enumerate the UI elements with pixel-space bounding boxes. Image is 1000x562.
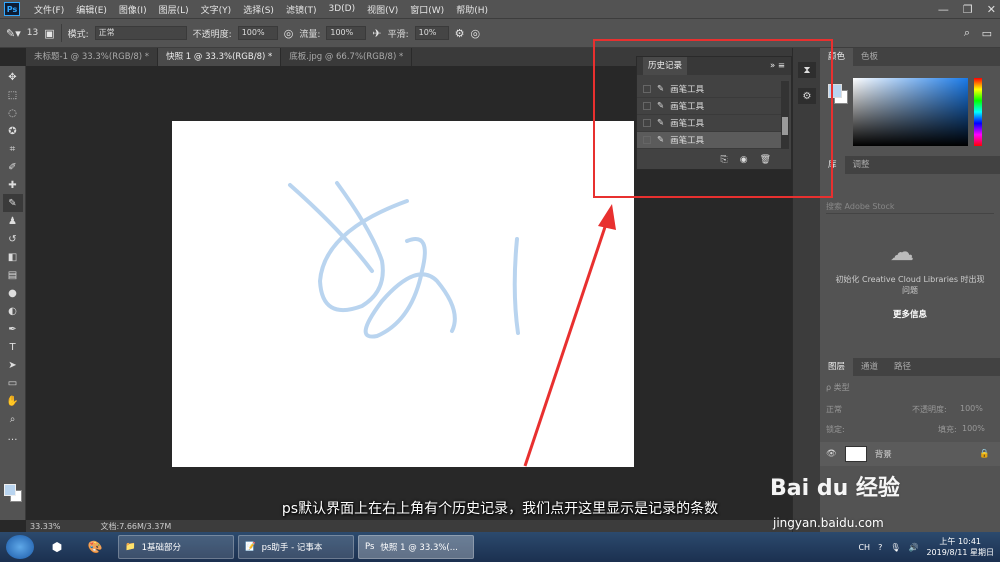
task-label: ps助手 - 记事本 (261, 543, 323, 553)
taskbar-notepad[interactable]: 📝 ps助手 - 记事本 (238, 535, 354, 559)
app-360-icon[interactable]: ⬢ (40, 535, 74, 559)
task-label: 快照 1 @ 33.3%(... (380, 543, 458, 553)
input-language[interactable]: CH (858, 543, 870, 552)
clock-date: 2019/8/11 星期日 (926, 548, 994, 557)
volume-icon[interactable]: 🔊 (908, 543, 918, 552)
task-label: 1基础部分 (141, 543, 182, 553)
taskbar-photoshop[interactable]: Ps 快照 1 @ 33.3%(... (358, 535, 474, 559)
notepad-icon: 📝 (245, 542, 256, 552)
taskbar-folder[interactable]: 📁 1基础部分 (118, 535, 234, 559)
ps-icon: Ps (365, 542, 375, 552)
baidu-watermark-url: jingyan.baidu.com (773, 516, 884, 530)
clock-time: 上午 10:41 (939, 537, 982, 546)
windows-taskbar: ⬢ 🎨 📁 1基础部分 📝 ps助手 - 记事本 Ps 快照 1 @ 33.3%(..… (0, 532, 1000, 562)
start-button[interactable] (6, 535, 34, 559)
baidu-watermark: Bai du 经验 (770, 476, 900, 501)
app-paint-icon[interactable]: 🎨 (78, 535, 112, 559)
clock[interactable]: 上午 10:41 2019/8/11 星期日 (926, 536, 994, 558)
mic-icon[interactable]: 🎙 (890, 543, 900, 552)
folder-icon: 📁 (125, 542, 136, 552)
photoshop-window: Ps 文件(F) 编辑(E) 图像(I) 图层(L) 文字(Y) 选择(S) 滤… (0, 0, 1000, 562)
system-tray: CH ? 🎙 🔊 上午 10:41 2019/8/11 星期日 (858, 532, 994, 562)
help-icon[interactable]: ? (878, 543, 882, 552)
